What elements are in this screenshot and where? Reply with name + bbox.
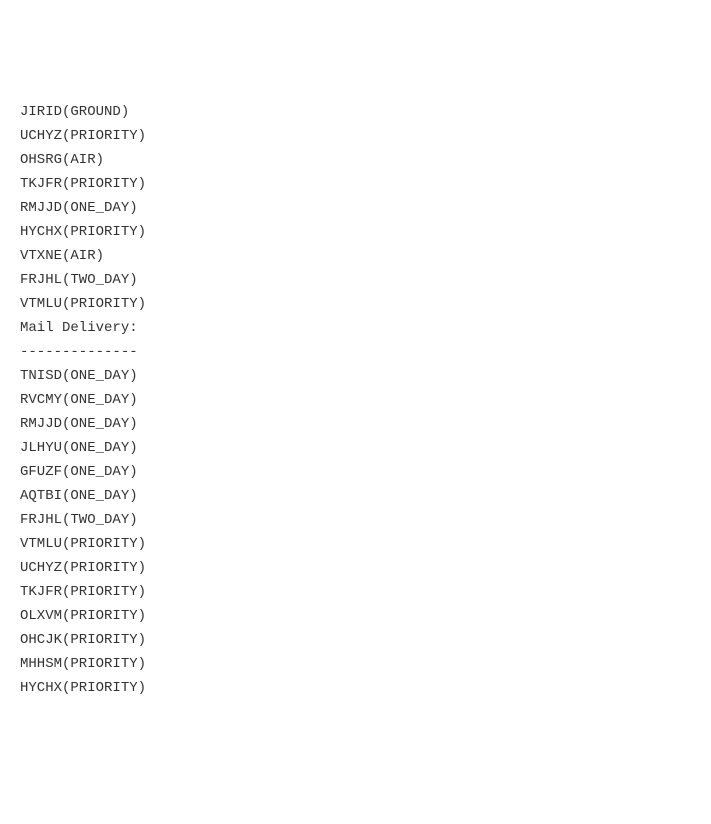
section-rule: -------------- — [20, 340, 711, 364]
output-line: AQTBI(ONE_DAY) — [20, 484, 711, 508]
output-line: UCHYZ(PRIORITY) — [20, 556, 711, 580]
output-line: TKJFR(PRIORITY) — [20, 172, 711, 196]
output-line: HYCHX(PRIORITY) — [20, 220, 711, 244]
output-line: OHCJK(PRIORITY) — [20, 628, 711, 652]
output-line: TNISD(ONE_DAY) — [20, 364, 711, 388]
output-line: JIRID(GROUND) — [20, 100, 711, 124]
output-line: OHSRG(AIR) — [20, 148, 711, 172]
section-header: Mail Delivery: — [20, 316, 711, 340]
output-line: FRJHL(TWO_DAY) — [20, 268, 711, 292]
output-line: FRJHL(TWO_DAY) — [20, 508, 711, 532]
output-line: VTXNE(AIR) — [20, 244, 711, 268]
output-line: OLXVM(PRIORITY) — [20, 604, 711, 628]
output-line: RMJJD(ONE_DAY) — [20, 412, 711, 436]
output-line: GFUZF(ONE_DAY) — [20, 460, 711, 484]
output-line: JLHYU(ONE_DAY) — [20, 436, 711, 460]
output-line: RVCMY(ONE_DAY) — [20, 388, 711, 412]
output-line: RMJJD(ONE_DAY) — [20, 196, 711, 220]
output-line: UCHYZ(PRIORITY) — [20, 124, 711, 148]
output-line: VTMLU(PRIORITY) — [20, 292, 711, 316]
output-line: HYCHX(PRIORITY) — [20, 676, 711, 700]
output-line: TKJFR(PRIORITY) — [20, 580, 711, 604]
output-line: VTMLU(PRIORITY) — [20, 532, 711, 556]
output-line: MHHSM(PRIORITY) — [20, 652, 711, 676]
